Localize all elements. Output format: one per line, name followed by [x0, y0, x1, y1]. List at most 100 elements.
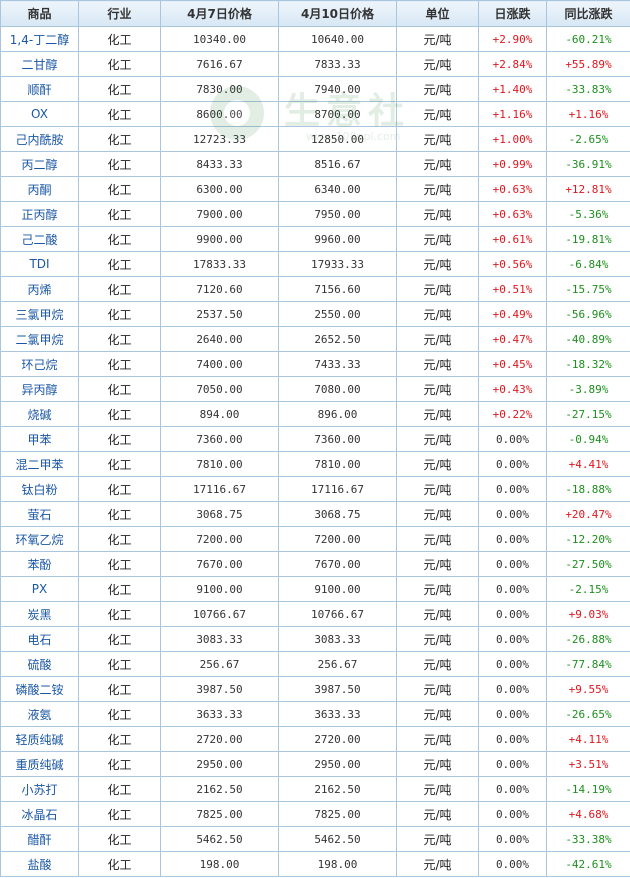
industry-cell: 化工	[78, 201, 161, 227]
product-name-cell[interactable]: 重质纯碱	[0, 751, 79, 777]
yoy-change-cell: +4.41%	[546, 451, 630, 477]
product-name-cell[interactable]: 丙酮	[0, 176, 79, 202]
price-apr7-cell: 2720.00	[160, 726, 279, 752]
product-name-cell[interactable]: 环己烷	[0, 351, 79, 377]
unit-cell: 元/吨	[396, 626, 479, 652]
product-name-cell[interactable]: 磷酸二铵	[0, 676, 79, 702]
yoy-change-cell: -2.65%	[546, 126, 630, 152]
daily-change-cell: 0.00%	[478, 626, 547, 652]
product-name-cell[interactable]: 轻质纯碱	[0, 726, 79, 752]
price-apr10-cell: 2550.00	[278, 301, 397, 327]
yoy-change-cell: -6.84%	[546, 251, 630, 277]
price-apr7-cell: 3083.33	[160, 626, 279, 652]
daily-change-cell: +0.47%	[478, 326, 547, 352]
yoy-change-cell: -56.96%	[546, 301, 630, 327]
product-name-cell[interactable]: 二氯甲烷	[0, 326, 79, 352]
unit-cell: 元/吨	[396, 376, 479, 402]
price-apr7-cell: 2537.50	[160, 301, 279, 327]
product-name-cell[interactable]: 电石	[0, 626, 79, 652]
daily-change-cell: +2.90%	[478, 26, 547, 52]
price-apr10-cell: 2162.50	[278, 776, 397, 802]
price-apr10-cell: 17116.67	[278, 476, 397, 502]
yoy-change-cell: -12.20%	[546, 526, 630, 552]
industry-cell: 化工	[78, 851, 161, 877]
price-apr10-cell: 7156.60	[278, 276, 397, 302]
table-row: 正丙醇 化工 7900.00 7950.00 元/吨 +0.63% -5.36%	[0, 201, 630, 227]
price-apr7-cell: 7900.00	[160, 201, 279, 227]
table-row: 混二甲苯 化工 7810.00 7810.00 元/吨 0.00% +4.41%	[0, 451, 630, 477]
table-row: 异丙醇 化工 7050.00 7080.00 元/吨 +0.43% -3.89%	[0, 376, 630, 402]
product-name-cell[interactable]: 混二甲苯	[0, 451, 79, 477]
yoy-change-cell: -18.32%	[546, 351, 630, 377]
industry-cell: 化工	[78, 826, 161, 852]
industry-cell: 化工	[78, 101, 161, 127]
table-row: 电石 化工 3083.33 3083.33 元/吨 0.00% -26.88%	[0, 626, 630, 652]
col-header-industry[interactable]: 行业	[78, 0, 161, 27]
industry-cell: 化工	[78, 126, 161, 152]
table-row: 丙酮 化工 6300.00 6340.00 元/吨 +0.63% +12.81%	[0, 176, 630, 202]
price-apr7-cell: 2640.00	[160, 326, 279, 352]
product-name-cell[interactable]: 己内酰胺	[0, 126, 79, 152]
unit-cell: 元/吨	[396, 151, 479, 177]
col-header-price-apr10[interactable]: 4月10日价格	[278, 0, 397, 27]
col-header-yoy-change[interactable]: 同比涨跌	[546, 0, 630, 27]
price-apr7-cell: 7200.00	[160, 526, 279, 552]
product-name-cell[interactable]: 己二酸	[0, 226, 79, 252]
product-name-cell[interactable]: 钛白粉	[0, 476, 79, 502]
col-header-product[interactable]: 商品	[0, 0, 79, 27]
daily-change-cell: 0.00%	[478, 701, 547, 727]
yoy-change-cell: +9.55%	[546, 676, 630, 702]
col-header-unit[interactable]: 单位	[396, 0, 479, 27]
product-name-cell[interactable]: OX	[0, 101, 79, 127]
price-apr10-cell: 9960.00	[278, 226, 397, 252]
product-name-cell[interactable]: TDI	[0, 251, 79, 277]
daily-change-cell: 0.00%	[478, 551, 547, 577]
price-apr10-cell: 3633.33	[278, 701, 397, 727]
product-name-cell[interactable]: 盐酸	[0, 851, 79, 877]
industry-cell: 化工	[78, 401, 161, 427]
product-name-cell[interactable]: 苯酚	[0, 551, 79, 577]
yoy-change-cell: +9.03%	[546, 601, 630, 627]
industry-cell: 化工	[78, 576, 161, 602]
yoy-change-cell: -15.75%	[546, 276, 630, 302]
price-apr10-cell: 8700.00	[278, 101, 397, 127]
product-name-cell[interactable]: 硫酸	[0, 651, 79, 677]
product-name-cell[interactable]: 液氨	[0, 701, 79, 727]
price-apr7-cell: 2950.00	[160, 751, 279, 777]
product-name-cell[interactable]: 小苏打	[0, 776, 79, 802]
product-name-cell[interactable]: 正丙醇	[0, 201, 79, 227]
unit-cell: 元/吨	[396, 476, 479, 502]
table-row: 液氨 化工 3633.33 3633.33 元/吨 0.00% -26.65%	[0, 701, 630, 727]
product-name-cell[interactable]: 醋酐	[0, 826, 79, 852]
price-apr10-cell: 7433.33	[278, 351, 397, 377]
product-name-cell[interactable]: PX	[0, 576, 79, 602]
product-name-cell[interactable]: 丙二醇	[0, 151, 79, 177]
col-header-daily-change[interactable]: 日涨跌	[478, 0, 547, 27]
industry-cell: 化工	[78, 676, 161, 702]
price-apr10-cell: 7825.00	[278, 801, 397, 827]
industry-cell: 化工	[78, 551, 161, 577]
price-apr7-cell: 7050.00	[160, 376, 279, 402]
unit-cell: 元/吨	[396, 76, 479, 102]
product-name-cell[interactable]: 环氧乙烷	[0, 526, 79, 552]
product-name-cell[interactable]: 异丙醇	[0, 376, 79, 402]
price-apr10-cell: 7200.00	[278, 526, 397, 552]
product-name-cell[interactable]: 甲苯	[0, 426, 79, 452]
industry-cell: 化工	[78, 376, 161, 402]
price-apr7-cell: 7360.00	[160, 426, 279, 452]
unit-cell: 元/吨	[396, 401, 479, 427]
product-name-cell[interactable]: 冰晶石	[0, 801, 79, 827]
product-name-cell[interactable]: 顺酐	[0, 76, 79, 102]
daily-change-cell: 0.00%	[478, 826, 547, 852]
product-name-cell[interactable]: 烧碱	[0, 401, 79, 427]
price-apr10-cell: 3068.75	[278, 501, 397, 527]
yoy-change-cell: +55.89%	[546, 51, 630, 77]
yoy-change-cell: +4.11%	[546, 726, 630, 752]
product-name-cell[interactable]: 三氯甲烷	[0, 301, 79, 327]
product-name-cell[interactable]: 萤石	[0, 501, 79, 527]
col-header-price-apr7[interactable]: 4月7日价格	[160, 0, 279, 27]
product-name-cell[interactable]: 炭黑	[0, 601, 79, 627]
product-name-cell[interactable]: 二甘醇	[0, 51, 79, 77]
product-name-cell[interactable]: 1,4-丁二醇	[0, 26, 79, 52]
product-name-cell[interactable]: 丙烯	[0, 276, 79, 302]
